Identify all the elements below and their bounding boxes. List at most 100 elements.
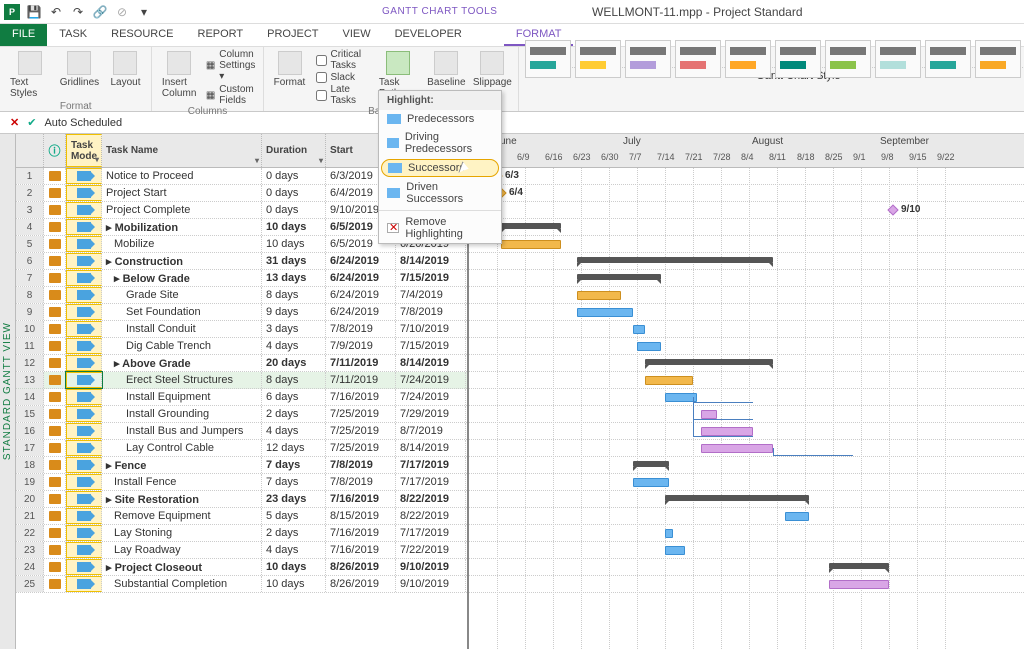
task-name-cell[interactable]: ▸ Mobilization bbox=[102, 219, 262, 235]
finish-cell[interactable]: 7/15/2019 bbox=[396, 270, 466, 286]
start-cell[interactable]: 7/16/2019 bbox=[326, 542, 396, 558]
table-row[interactable]: 11Dig Cable Trench4 days7/9/20197/15/201… bbox=[16, 338, 467, 355]
gantt-style-swatch[interactable] bbox=[775, 40, 821, 78]
tab-file[interactable]: FILE bbox=[0, 24, 47, 46]
finish-cell[interactable]: 7/17/2019 bbox=[396, 525, 466, 541]
task-mode-cell[interactable] bbox=[66, 508, 102, 524]
gantt-style-swatch[interactable] bbox=[825, 40, 871, 78]
task-name-cell[interactable]: Remove Equipment bbox=[102, 508, 262, 524]
table-row[interactable]: 17Lay Control Cable12 days7/25/20198/14/… bbox=[16, 440, 467, 457]
finish-cell[interactable]: 7/15/2019 bbox=[396, 338, 466, 354]
table-row[interactable]: 23Lay Roadway4 days7/16/20197/22/2019 bbox=[16, 542, 467, 559]
row-number[interactable]: 16 bbox=[16, 423, 44, 439]
task-mode-cell[interactable] bbox=[66, 491, 102, 507]
task-mode-cell[interactable] bbox=[66, 253, 102, 269]
row-number[interactable]: 21 bbox=[16, 508, 44, 524]
task-mode-cell[interactable] bbox=[66, 168, 102, 184]
duration-cell[interactable]: 13 days bbox=[262, 270, 326, 286]
task-mode-cell[interactable] bbox=[66, 542, 102, 558]
duration-cell[interactable]: 3 days bbox=[262, 321, 326, 337]
gantt-style-swatch[interactable] bbox=[525, 40, 571, 78]
row-number[interactable]: 24 bbox=[16, 559, 44, 575]
duration-cell[interactable]: 10 days bbox=[262, 576, 326, 592]
finish-cell[interactable]: 8/14/2019 bbox=[396, 355, 466, 371]
duration-cell[interactable]: 2 days bbox=[262, 525, 326, 541]
summary-bar[interactable] bbox=[829, 563, 889, 569]
slack-checkbox[interactable]: Slack bbox=[316, 72, 369, 83]
task-bar[interactable] bbox=[633, 478, 669, 487]
format-bar-button[interactable]: Format bbox=[270, 49, 310, 106]
task-mode-cell[interactable] bbox=[66, 474, 102, 490]
row-number[interactable]: 20 bbox=[16, 491, 44, 507]
task-name-cell[interactable]: Dig Cable Trench bbox=[102, 338, 262, 354]
table-row[interactable]: 16Install Bus and Jumpers4 days7/25/2019… bbox=[16, 423, 467, 440]
row-number[interactable]: 25 bbox=[16, 576, 44, 592]
start-cell[interactable]: 7/25/2019 bbox=[326, 406, 396, 422]
col-task-mode[interactable]: Task Mode▾ bbox=[66, 134, 102, 167]
task-mode-cell[interactable] bbox=[66, 270, 102, 286]
start-cell[interactable]: 7/8/2019 bbox=[326, 474, 396, 490]
start-cell[interactable]: 6/24/2019 bbox=[326, 304, 396, 320]
finish-cell[interactable]: 7/24/2019 bbox=[396, 389, 466, 405]
tab-project[interactable]: PROJECT bbox=[255, 24, 330, 46]
table-row[interactable]: 6▸ Construction31 days6/24/20198/14/2019 bbox=[16, 253, 467, 270]
task-name-cell[interactable]: Mobilize bbox=[102, 236, 262, 252]
task-name-cell[interactable]: Install Conduit bbox=[102, 321, 262, 337]
row-number[interactable]: 1 bbox=[16, 168, 44, 184]
duration-cell[interactable]: 4 days bbox=[262, 542, 326, 558]
summary-bar[interactable] bbox=[501, 223, 561, 229]
task-mode-cell[interactable] bbox=[66, 525, 102, 541]
duration-cell[interactable]: 7 days bbox=[262, 457, 326, 473]
row-number[interactable]: 10 bbox=[16, 321, 44, 337]
finish-cell[interactable]: 9/10/2019 bbox=[396, 576, 466, 592]
summary-bar[interactable] bbox=[577, 257, 773, 263]
task-name-cell[interactable]: Notice to Proceed bbox=[102, 168, 262, 184]
task-name-cell[interactable]: Lay Stoning bbox=[102, 525, 262, 541]
gantt-style-swatch[interactable] bbox=[625, 40, 671, 78]
start-cell[interactable]: 7/11/2019 bbox=[326, 372, 396, 388]
start-cell[interactable]: 7/25/2019 bbox=[326, 423, 396, 439]
table-row[interactable]: 21Remove Equipment5 days8/15/20198/22/20… bbox=[16, 508, 467, 525]
table-row[interactable]: 24▸ Project Closeout10 days8/26/20199/10… bbox=[16, 559, 467, 576]
duration-cell[interactable]: 0 days bbox=[262, 185, 326, 201]
task-name-cell[interactable]: ▸ Above Grade bbox=[102, 355, 262, 371]
col-task-name[interactable]: Task Name▾ bbox=[102, 134, 262, 167]
start-cell[interactable]: 8/15/2019 bbox=[326, 508, 396, 524]
duration-cell[interactable]: 7 days bbox=[262, 474, 326, 490]
table-row[interactable]: 8Grade Site8 days6/24/20197/4/2019 bbox=[16, 287, 467, 304]
task-mode-cell[interactable] bbox=[66, 236, 102, 252]
late-tasks-checkbox[interactable]: Late Tasks bbox=[316, 84, 369, 106]
task-name-cell[interactable]: Project Complete bbox=[102, 202, 262, 218]
duration-cell[interactable]: 9 days bbox=[262, 304, 326, 320]
duration-cell[interactable]: 4 days bbox=[262, 423, 326, 439]
start-cell[interactable]: 7/16/2019 bbox=[326, 389, 396, 405]
gantt-style-swatch[interactable] bbox=[975, 40, 1021, 78]
unlink-icon[interactable]: ⊘ bbox=[114, 4, 130, 20]
tab-view[interactable]: VIEW bbox=[330, 24, 382, 46]
task-mode-cell[interactable] bbox=[66, 389, 102, 405]
duration-cell[interactable]: 23 days bbox=[262, 491, 326, 507]
layout-button[interactable]: Layout bbox=[105, 49, 145, 101]
row-number[interactable]: 23 bbox=[16, 542, 44, 558]
duration-cell[interactable]: 20 days bbox=[262, 355, 326, 371]
table-row[interactable]: 12▸ Above Grade20 days7/11/20198/14/2019 bbox=[16, 355, 467, 372]
tab-task[interactable]: TASK bbox=[47, 24, 99, 46]
summary-bar[interactable] bbox=[633, 461, 669, 467]
text-styles-button[interactable]: Text Styles bbox=[6, 49, 53, 101]
gantt-chart[interactable]: JuneJulyAugustSeptember6/26/96/166/236/3… bbox=[469, 134, 1024, 649]
task-mode-cell[interactable] bbox=[66, 372, 102, 388]
finish-cell[interactable]: 8/22/2019 bbox=[396, 491, 466, 507]
gridlines-button[interactable]: Gridlines bbox=[59, 49, 99, 101]
task-bar[interactable] bbox=[829, 580, 889, 589]
table-row[interactable]: 14Install Equipment6 days7/16/20197/24/2… bbox=[16, 389, 467, 406]
duration-cell[interactable]: 0 days bbox=[262, 202, 326, 218]
task-bar[interactable] bbox=[785, 512, 809, 521]
finish-cell[interactable]: 9/10/2019 bbox=[396, 559, 466, 575]
gantt-style-swatch[interactable] bbox=[925, 40, 971, 78]
task-bar[interactable] bbox=[501, 240, 561, 249]
gantt-style-swatch[interactable] bbox=[575, 40, 621, 78]
custom-fields-button[interactable]: ▦ Custom Fields bbox=[206, 84, 257, 106]
row-number[interactable]: 11 bbox=[16, 338, 44, 354]
task-bar[interactable] bbox=[701, 444, 773, 453]
summary-bar[interactable] bbox=[577, 274, 661, 280]
